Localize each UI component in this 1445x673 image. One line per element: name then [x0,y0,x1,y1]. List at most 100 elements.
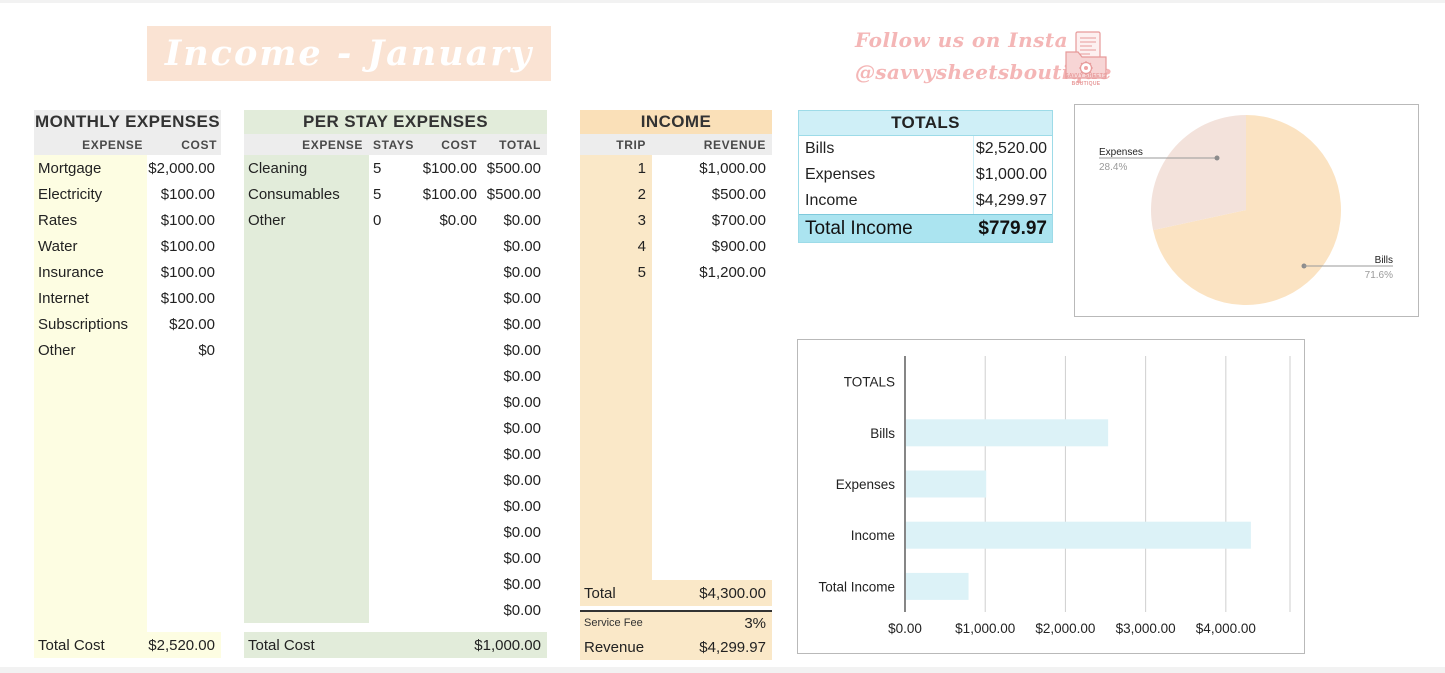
per-stay-stays-value[interactable] [369,597,419,623]
per-stay-cost-value[interactable] [419,597,483,623]
per-stay-cost-value[interactable]: $100.00 [419,155,483,181]
per-stay-total-value: $0.00 [503,575,541,593]
per-stay-total-value: $500.00 [486,185,541,203]
monthly-total-value: $2,520.00 [147,632,221,658]
income-revenue-value[interactable]: $1,200.00 [652,259,772,285]
totals-row-value: $4,299.97 [975,192,1047,209]
per-stay-expense-name[interactable]: Other [244,207,369,233]
per-stay-stays-value[interactable] [369,519,419,545]
per-stay-stays-value[interactable] [369,233,419,259]
per-stay-stays-value[interactable] [369,259,419,285]
per-stay-total-value: $0.00 [503,601,541,619]
pie-value-expenses: 28.4% [1099,162,1127,173]
per-stay-stays-value[interactable] [369,363,419,389]
per-stay-expense-name[interactable]: Cleaning [244,155,369,181]
per-stay-expenses-table: PER STAY EXPENSES EXPENSE STAYS COST TOT… [244,110,547,623]
per-stay-total-value: $0.00 [503,237,541,255]
per-stay-stays-value[interactable] [369,571,419,597]
per-stay-stays-value[interactable] [369,441,419,467]
bottom-divider [0,667,1445,673]
monthly-expenses-fill-name [34,372,147,632]
per-stay-stays-value[interactable]: 0 [369,207,419,233]
per-stay-expense-name[interactable] [244,389,369,415]
per-stay-cost-value[interactable]: $0.00 [419,207,483,233]
per-stay-cost-value[interactable] [419,389,483,415]
income-total-row: Total $4,300.00 [580,580,772,606]
monthly-expense-name[interactable]: Other [34,337,147,363]
per-stay-expense-name[interactable] [244,597,369,623]
per-stay-cost-value[interactable] [419,571,483,597]
per-stay-stays-value[interactable] [369,545,419,571]
per-stay-stays-value[interactable] [369,285,419,311]
per-stay-cost-value[interactable] [419,441,483,467]
column-header-total: TOTAL [483,134,547,155]
service-fee-value[interactable]: 3% [652,612,772,634]
income-revenue-column: $1,000.00 $500.00 $700.00 $900.00 $1,200.00 [652,155,772,597]
monthly-expense-cost[interactable]: $2,000.00 [147,155,221,181]
monthly-expense-name[interactable]: Water [34,233,147,259]
monthly-expense-name[interactable]: Insurance [34,259,147,285]
per-stay-stays-value[interactable] [369,337,419,363]
per-stay-expense-name[interactable] [244,467,369,493]
per-stay-stays-value[interactable] [369,493,419,519]
income-revenue-value[interactable]: $900.00 [652,233,772,259]
income-revenue-value[interactable]: $700.00 [652,207,772,233]
per-stay-expense-name[interactable] [244,519,369,545]
per-stay-cost-value[interactable]: $100.00 [419,181,483,207]
monthly-expense-name[interactable]: Mortgage [34,155,147,181]
per-stay-stays-value[interactable] [369,415,419,441]
per-stay-cost-value[interactable] [419,311,483,337]
column-header-revenue: REVENUE [652,134,772,155]
per-stay-cost-value[interactable] [419,233,483,259]
per-stay-cost-value[interactable] [419,363,483,389]
monthly-expense-name[interactable]: Electricity [34,181,147,207]
instagram-handle[interactable]: @savvysheetsboutique [855,60,1111,84]
per-stay-expense-name[interactable] [244,337,369,363]
per-stay-stays-value[interactable] [369,467,419,493]
income-trip-value[interactable]: 2 [580,181,652,207]
income-revenue-value[interactable]: $500.00 [652,181,772,207]
bar-chart-bar [906,419,1109,447]
per-stay-expense-name[interactable] [244,441,369,467]
monthly-expense-cost[interactable]: $100.00 [147,181,221,207]
per-stay-cost-value[interactable] [419,493,483,519]
income-trip-value[interactable]: 3 [580,207,652,233]
income-revenue-value[interactable]: $1,000.00 [652,155,772,181]
monthly-expense-name[interactable]: Internet [34,285,147,311]
per-stay-expense-name[interactable] [244,285,369,311]
income-trip-value[interactable]: 5 [580,259,652,285]
per-stay-expense-name[interactable] [244,415,369,441]
monthly-expense-name[interactable]: Subscriptions [34,311,147,337]
per-stay-stays-value[interactable] [369,311,419,337]
per-stay-stays-value[interactable] [369,389,419,415]
income-total-value: $4,300.00 [699,584,766,602]
pie-slice-expenses [1151,115,1246,231]
per-stay-expense-name[interactable] [244,259,369,285]
income-trip-value[interactable]: 4 [580,233,652,259]
per-stay-expense-name[interactable] [244,493,369,519]
monthly-expense-cost[interactable]: $20.00 [147,311,221,337]
per-stay-expense-name[interactable] [244,311,369,337]
per-stay-stays-value[interactable]: 5 [369,181,419,207]
monthly-expense-name[interactable]: Rates [34,207,147,233]
income-trip-value[interactable]: 1 [580,155,652,181]
per-stay-expense-name[interactable] [244,545,369,571]
per-stay-cost-value[interactable] [419,467,483,493]
per-stay-cost-value[interactable] [419,285,483,311]
per-stay-expense-name[interactable] [244,233,369,259]
monthly-expense-cost[interactable]: $0 [147,337,221,363]
per-stay-cost-value[interactable] [419,519,483,545]
bar-tick-label: $0.00 [888,621,922,636]
monthly-expense-cost[interactable]: $100.00 [147,207,221,233]
per-stay-expense-name[interactable]: Consumables [244,181,369,207]
per-stay-expense-name[interactable] [244,571,369,597]
per-stay-cost-value[interactable] [419,259,483,285]
per-stay-stays-value[interactable]: 5 [369,155,419,181]
per-stay-cost-value[interactable] [419,545,483,571]
monthly-expense-cost[interactable]: $100.00 [147,233,221,259]
monthly-expense-cost[interactable]: $100.00 [147,259,221,285]
monthly-expense-cost[interactable]: $100.00 [147,285,221,311]
per-stay-cost-value[interactable] [419,415,483,441]
per-stay-cost-value[interactable] [419,337,483,363]
per-stay-expense-name[interactable] [244,363,369,389]
